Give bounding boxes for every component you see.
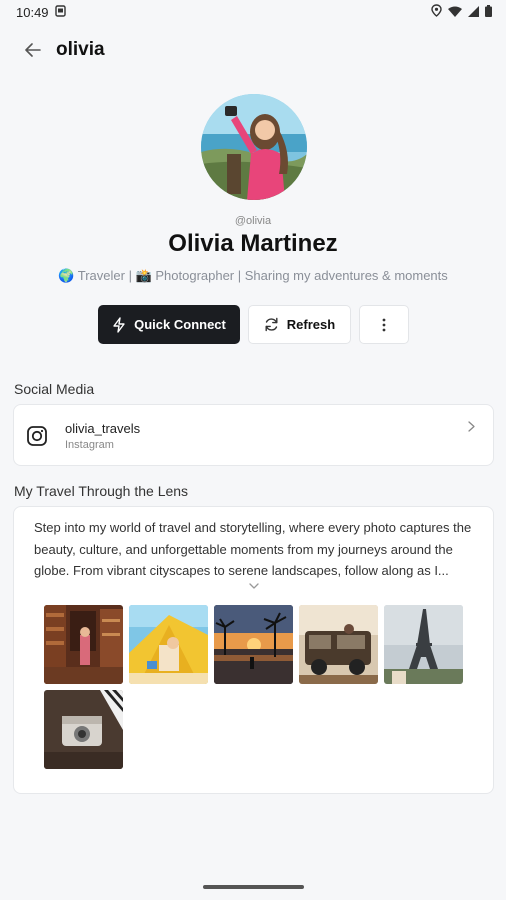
page-title: olivia (56, 39, 105, 60)
profile-actions: Quick Connect Refresh (98, 305, 409, 344)
refresh-button[interactable]: Refresh (248, 305, 351, 344)
quick-connect-button[interactable]: Quick Connect (98, 305, 240, 344)
chevron-down-icon (248, 582, 259, 589)
gallery-photo-sunset-palms[interactable] (214, 604, 293, 684)
social-platform: Instagram (65, 439, 114, 451)
gallery-photo-safari-jeep[interactable] (299, 604, 378, 684)
signal-icon (468, 5, 479, 20)
sim-card-icon (54, 4, 66, 20)
status-bar: 10:49 (0, 0, 506, 24)
app-bar: olivia (0, 28, 506, 72)
gallery-photo-eiffel-tower[interactable] (384, 604, 463, 684)
location-icon (431, 4, 442, 20)
travel-heading: My Travel Through the Lens (14, 483, 189, 499)
gallery-photo-library[interactable] (44, 604, 123, 684)
gallery-photo-beach-tent[interactable] (129, 604, 208, 684)
travel-description: Step into my world of travel and storyte… (34, 520, 472, 578)
travel-card: Step into my world of travel and storyte… (13, 506, 494, 794)
battery-icon (485, 4, 492, 20)
profile-handle: @olivia (234, 215, 272, 227)
avatar (201, 94, 307, 200)
status-time: 10:49 (16, 4, 49, 20)
chevron-right-icon (468, 421, 475, 432)
social-media-heading: Social Media (14, 381, 95, 397)
refresh-label: Refresh (286, 317, 336, 332)
profile-name: Olivia Martinez (168, 230, 338, 257)
lightning-icon (113, 316, 125, 333)
social-handle: olivia_travels (65, 421, 141, 436)
home-indicator[interactable] (203, 885, 304, 889)
arrow-left-icon (25, 43, 41, 57)
photo-gallery (14, 590, 493, 769)
gallery-photo-camera[interactable] (44, 689, 123, 769)
wifi-icon (448, 5, 462, 20)
more-vertical-icon (382, 318, 386, 331)
more-options-button[interactable] (359, 305, 409, 344)
back-button[interactable] (22, 39, 44, 61)
instagram-icon (27, 426, 47, 446)
refresh-icon (265, 317, 278, 332)
social-media-card: olivia_travels Instagram (13, 404, 494, 466)
profile-bio: 🌍 Traveler | 📸 Photographer | Sharing my… (58, 268, 448, 283)
social-item-instagram[interactable]: olivia_travels Instagram (14, 405, 493, 467)
expand-description-button[interactable] (14, 582, 493, 590)
quick-connect-label: Quick Connect (134, 317, 226, 332)
